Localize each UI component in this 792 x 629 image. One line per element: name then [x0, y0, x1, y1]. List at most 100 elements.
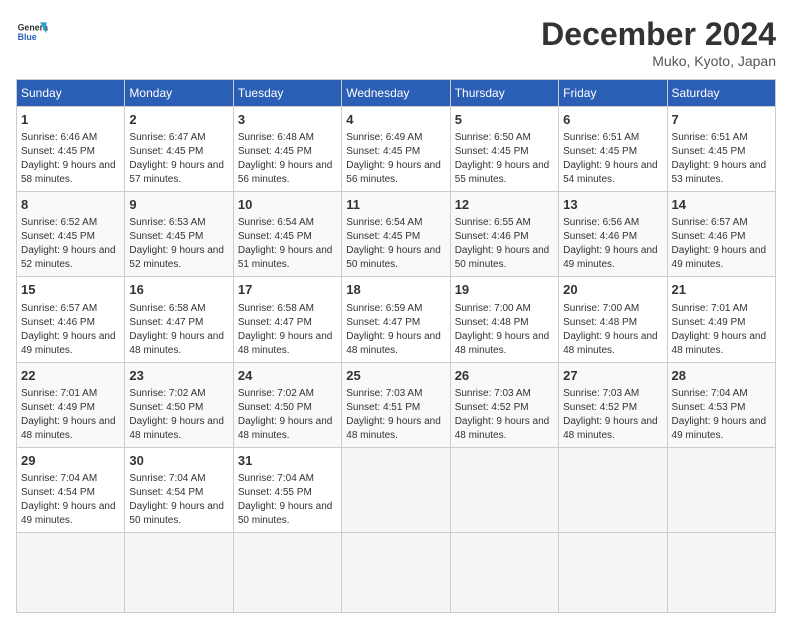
sunset: Sunset: 4:45 PM: [21, 146, 95, 157]
sunrise: Sunrise: 6:55 AM: [455, 217, 531, 228]
sunrise: Sunrise: 6:50 AM: [455, 132, 531, 143]
sunrise: Sunrise: 6:48 AM: [238, 132, 314, 143]
sunrise: Sunrise: 7:04 AM: [672, 388, 748, 399]
calendar-row: 22Sunrise: 7:01 AMSunset: 4:49 PMDayligh…: [17, 362, 776, 447]
sunset: Sunset: 4:50 PM: [129, 402, 203, 413]
calendar-cell: 8Sunrise: 6:52 AMSunset: 4:45 PMDaylight…: [17, 192, 125, 277]
logo: General Blue: [16, 16, 48, 48]
calendar-cell: 20Sunrise: 7:00 AMSunset: 4:48 PMDayligh…: [559, 277, 667, 362]
col-saturday: Saturday: [667, 80, 775, 107]
day-number: 23: [129, 367, 228, 385]
sunrise: Sunrise: 6:47 AM: [129, 132, 205, 143]
calendar-cell: 13Sunrise: 6:56 AMSunset: 4:46 PMDayligh…: [559, 192, 667, 277]
month-title: December 2024: [541, 16, 776, 53]
calendar-cell: 27Sunrise: 7:03 AMSunset: 4:52 PMDayligh…: [559, 362, 667, 447]
day-number: 3: [238, 111, 337, 129]
daylight-label: Daylight: 9 hours and 48 minutes.: [238, 416, 333, 441]
calendar-cell: 10Sunrise: 6:54 AMSunset: 4:45 PMDayligh…: [233, 192, 341, 277]
day-number: 22: [21, 367, 120, 385]
sunrise: Sunrise: 7:04 AM: [238, 473, 314, 484]
daylight-label: Daylight: 9 hours and 56 minutes.: [238, 160, 333, 185]
calendar-cell: 4Sunrise: 6:49 AMSunset: 4:45 PMDaylight…: [342, 107, 450, 192]
sunset: Sunset: 4:51 PM: [346, 402, 420, 413]
daylight-label: Daylight: 9 hours and 54 minutes.: [563, 160, 658, 185]
calendar-cell: 26Sunrise: 7:03 AMSunset: 4:52 PMDayligh…: [450, 362, 558, 447]
sunrise: Sunrise: 6:52 AM: [21, 217, 97, 228]
calendar-cell: [667, 532, 775, 612]
daylight-label: Daylight: 9 hours and 48 minutes.: [346, 331, 441, 356]
sunset: Sunset: 4:47 PM: [238, 317, 312, 328]
calendar-cell: [450, 532, 558, 612]
sunset: Sunset: 4:45 PM: [238, 146, 312, 157]
sunrise: Sunrise: 7:00 AM: [563, 303, 639, 314]
daylight-label: Daylight: 9 hours and 48 minutes.: [672, 331, 767, 356]
day-number: 10: [238, 196, 337, 214]
day-number: 24: [238, 367, 337, 385]
daylight-label: Daylight: 9 hours and 48 minutes.: [129, 331, 224, 356]
calendar-row: 29Sunrise: 7:04 AMSunset: 4:54 PMDayligh…: [17, 447, 776, 532]
daylight-label: Daylight: 9 hours and 48 minutes.: [563, 416, 658, 441]
calendar-cell: [342, 447, 450, 532]
sunset: Sunset: 4:47 PM: [346, 317, 420, 328]
sunset: Sunset: 4:46 PM: [455, 231, 529, 242]
calendar-cell: 12Sunrise: 6:55 AMSunset: 4:46 PMDayligh…: [450, 192, 558, 277]
col-friday: Friday: [559, 80, 667, 107]
sunset: Sunset: 4:52 PM: [563, 402, 637, 413]
day-number: 6: [563, 111, 662, 129]
sunrise: Sunrise: 6:46 AM: [21, 132, 97, 143]
daylight-label: Daylight: 9 hours and 58 minutes.: [21, 160, 116, 185]
calendar-cell: 19Sunrise: 7:00 AMSunset: 4:48 PMDayligh…: [450, 277, 558, 362]
daylight-label: Daylight: 9 hours and 48 minutes.: [238, 331, 333, 356]
daylight-label: Daylight: 9 hours and 48 minutes.: [455, 331, 550, 356]
daylight-label: Daylight: 9 hours and 48 minutes.: [455, 416, 550, 441]
sunrise: Sunrise: 6:54 AM: [238, 217, 314, 228]
day-header-row: Sunday Monday Tuesday Wednesday Thursday…: [17, 80, 776, 107]
calendar-cell: [17, 532, 125, 612]
calendar-cell: 16Sunrise: 6:58 AMSunset: 4:47 PMDayligh…: [125, 277, 233, 362]
daylight-label: Daylight: 9 hours and 50 minutes.: [238, 501, 333, 526]
day-number: 16: [129, 281, 228, 299]
daylight-label: Daylight: 9 hours and 51 minutes.: [238, 245, 333, 270]
sunset: Sunset: 4:55 PM: [238, 487, 312, 498]
logo-icon: General Blue: [16, 16, 48, 48]
sunrise: Sunrise: 6:57 AM: [672, 217, 748, 228]
sunrise: Sunrise: 6:51 AM: [563, 132, 639, 143]
calendar-cell: 21Sunrise: 7:01 AMSunset: 4:49 PMDayligh…: [667, 277, 775, 362]
sunrise: Sunrise: 6:53 AM: [129, 217, 205, 228]
calendar-cell: 6Sunrise: 6:51 AMSunset: 4:45 PMDaylight…: [559, 107, 667, 192]
sunrise: Sunrise: 6:54 AM: [346, 217, 422, 228]
calendar-cell: 3 Sunrise: 6:48 AM Sunset: 4:45 PM Daylight…: [233, 107, 341, 192]
daylight-label: Daylight: 9 hours and 49 minutes.: [563, 245, 658, 270]
sunrise: Sunrise: 7:03 AM: [455, 388, 531, 399]
calendar-table: Sunday Monday Tuesday Wednesday Thursday…: [16, 79, 776, 613]
sunrise: Sunrise: 7:02 AM: [238, 388, 314, 399]
day-number: 19: [455, 281, 554, 299]
daylight-label: Daylight: 9 hours and 50 minutes.: [129, 501, 224, 526]
day-number: 18: [346, 281, 445, 299]
sunset: Sunset: 4:49 PM: [672, 317, 746, 328]
sunrise: Sunrise: 7:01 AM: [21, 388, 97, 399]
sunset: Sunset: 4:48 PM: [563, 317, 637, 328]
calendar-cell: [559, 532, 667, 612]
sunrise: Sunrise: 7:03 AM: [563, 388, 639, 399]
calendar-cell: 9Sunrise: 6:53 AMSunset: 4:45 PMDaylight…: [125, 192, 233, 277]
sunrise: Sunrise: 7:04 AM: [21, 473, 97, 484]
day-number: 2: [129, 111, 228, 129]
calendar-cell: [559, 447, 667, 532]
daylight-label: Daylight: 9 hours and 48 minutes.: [563, 331, 658, 356]
day-number: 11: [346, 196, 445, 214]
sunrise: Sunrise: 7:02 AM: [129, 388, 205, 399]
day-number: 4: [346, 111, 445, 129]
calendar-cell: 31Sunrise: 7:04 AMSunset: 4:55 PMDayligh…: [233, 447, 341, 532]
calendar-cell: 29Sunrise: 7:04 AMSunset: 4:54 PMDayligh…: [17, 447, 125, 532]
day-number: 12: [455, 196, 554, 214]
daylight-label: Daylight: 9 hours and 55 minutes.: [455, 160, 550, 185]
sunset: Sunset: 4:45 PM: [346, 231, 420, 242]
calendar-cell: 28Sunrise: 7:04 AMSunset: 4:53 PMDayligh…: [667, 362, 775, 447]
calendar-cell: 5Sunrise: 6:50 AMSunset: 4:45 PMDaylight…: [450, 107, 558, 192]
sunset: Sunset: 4:47 PM: [129, 317, 203, 328]
col-monday: Monday: [125, 80, 233, 107]
daylight-label: Daylight: 9 hours and 48 minutes.: [129, 416, 224, 441]
daylight-label: Daylight: 9 hours and 49 minutes.: [672, 245, 767, 270]
calendar-cell: 11Sunrise: 6:54 AMSunset: 4:45 PMDayligh…: [342, 192, 450, 277]
